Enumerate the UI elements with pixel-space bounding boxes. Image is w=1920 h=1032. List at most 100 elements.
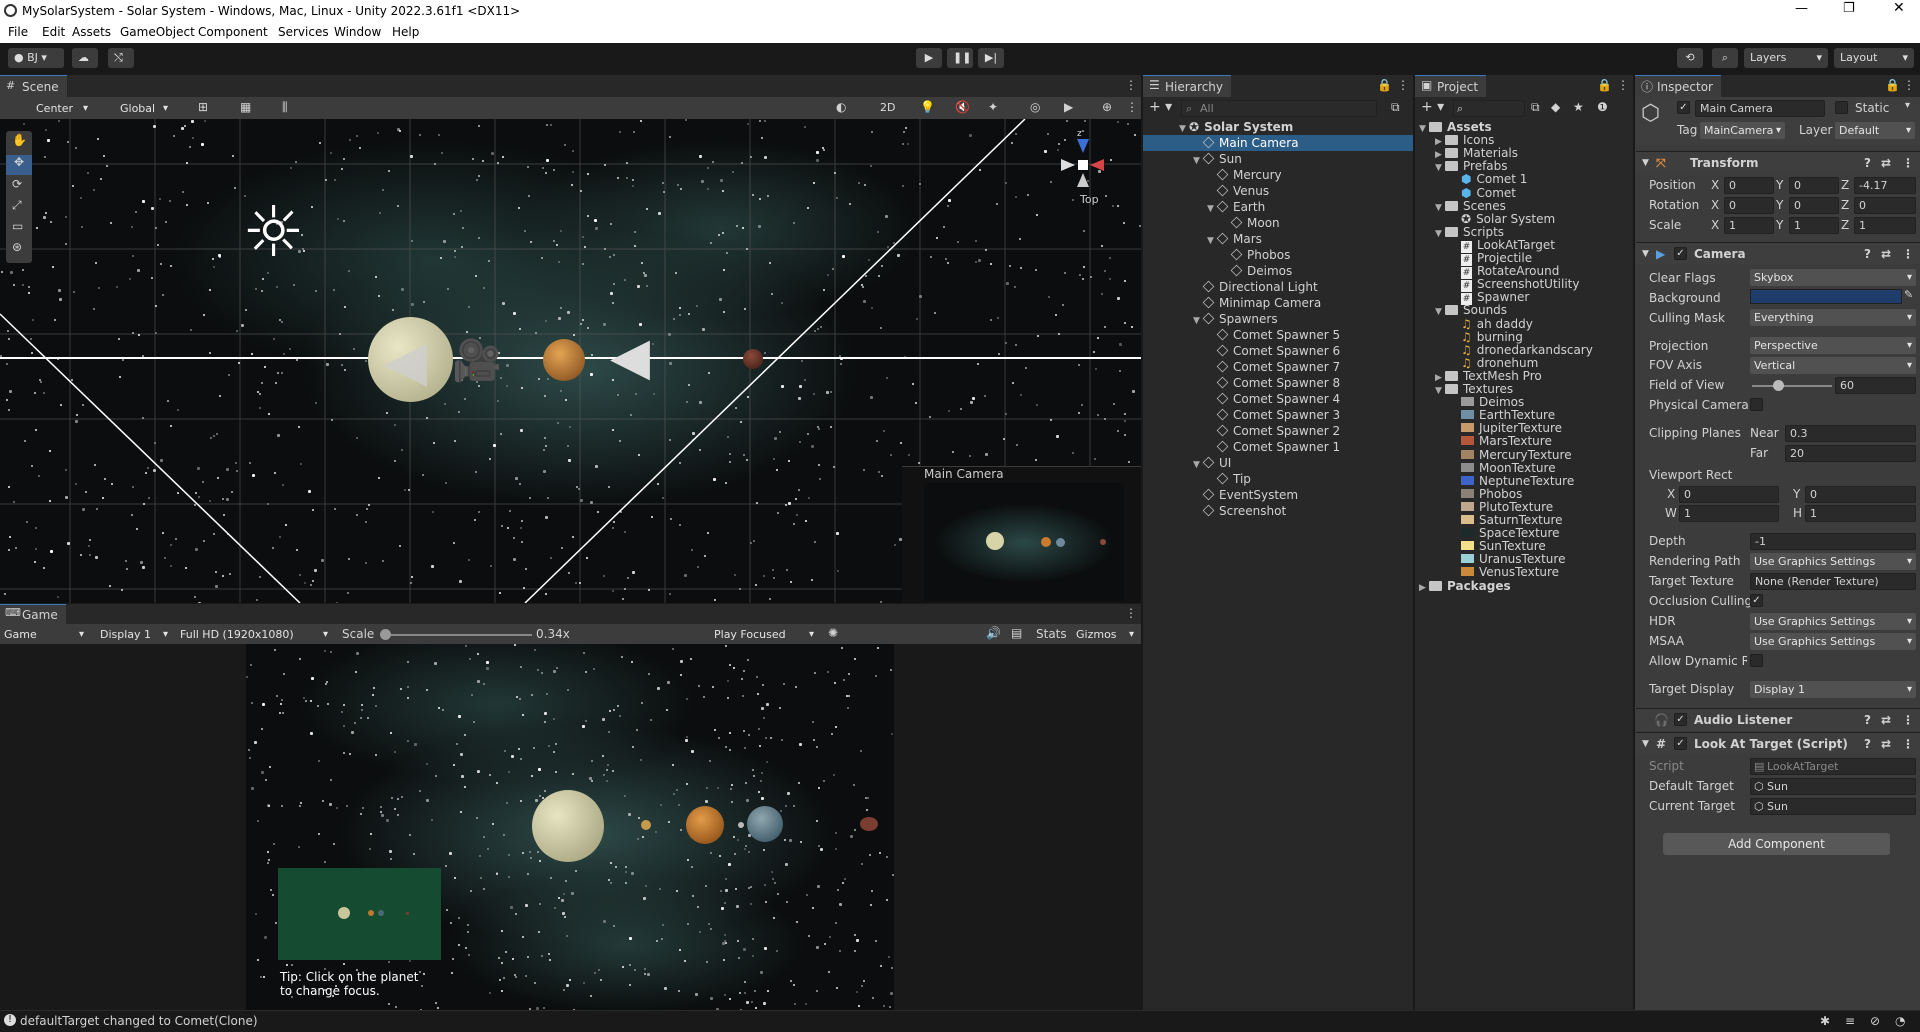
search-button[interactable]: ⌕ — [1712, 48, 1738, 68]
viewport-y-field[interactable]: 0 — [1805, 486, 1916, 503]
draw-mode-icon[interactable]: ◐ — [836, 100, 846, 114]
fov-axis-dropdown[interactable]: Vertical — [1750, 357, 1916, 374]
hierarchy-item[interactable]: Comet Spawner 1 — [1143, 439, 1413, 455]
pivot-dropdown[interactable]: Center — [16, 100, 92, 117]
game-moon[interactable] — [738, 822, 744, 828]
help-icon[interactable]: ? — [1864, 152, 1871, 174]
scene-menu-icon[interactable]: ⋮ — [1125, 78, 1137, 92]
game-menu-icon[interactable]: ⋮ — [1125, 606, 1137, 620]
scene-viewport[interactable]: ☼ ◀ 🎥 ◀ z Top Main Camera ✋ ✥ ⟳ ⤢ ▭ ⊛ — [0, 119, 1141, 603]
viewport-w-field[interactable]: 1 — [1679, 505, 1779, 522]
active-checkbox[interactable]: ✓ — [1677, 101, 1690, 114]
add-component-button[interactable]: Add Component — [1663, 833, 1890, 855]
component-menu-icon[interactable]: ⋮ — [1902, 152, 1914, 174]
transform-rotation-z-field[interactable]: 0 — [1854, 197, 1916, 214]
physical-camera-checkbox[interactable] — [1750, 398, 1763, 411]
cloud-button[interactable]: ☁ — [72, 48, 98, 68]
hierarchy-item[interactable]: Comet Spawner 4 — [1143, 391, 1413, 407]
transform-rotation-y-field[interactable]: 0 — [1789, 197, 1839, 214]
audio-source-icon[interactable]: ◀ — [384, 329, 427, 394]
hierarchy-item[interactable]: Phobos — [1143, 247, 1413, 263]
gizmos-toggle-icon[interactable]: ⊕ — [1102, 100, 1112, 114]
clear-flags-dropdown[interactable]: Skybox — [1750, 269, 1916, 286]
auto-generate-icon[interactable]: ⊘ — [1870, 1014, 1880, 1028]
hierarchy-item[interactable]: ▼ ✪ Solar System — [1143, 119, 1413, 135]
create-asset-button[interactable]: + ▾ — [1421, 99, 1444, 115]
play-button[interactable]: ▶ — [916, 48, 942, 68]
add-object-button[interactable]: + ▾ — [1149, 99, 1172, 115]
hdr-dropdown[interactable]: Use Graphics Settings — [1750, 613, 1916, 630]
transform-tool-icon[interactable]: ⊛ — [12, 240, 22, 254]
static-dropdown-icon[interactable]: ▾ — [1905, 100, 1910, 111]
maximize-button[interactable]: ❐ — [1843, 1, 1855, 16]
hierarchy-item[interactable]: Comet Spawner 6 — [1143, 343, 1413, 359]
hierarchy-item[interactable]: ▼ Mars — [1143, 231, 1413, 247]
audio-preset-icon[interactable]: ⇄ — [1881, 709, 1891, 731]
filter-label-icon[interactable]: ◆ — [1551, 100, 1560, 114]
target-texture-field[interactable]: None (Render Texture) — [1750, 573, 1916, 590]
planet-mars[interactable] — [743, 349, 763, 369]
camera-preset-icon[interactable]: ⇄ — [1881, 243, 1891, 265]
play-focused-dropdown[interactable]: Play Focused — [710, 626, 818, 643]
hidden-packages-icon[interactable]: ❶ — [1597, 100, 1608, 114]
transform-header[interactable]: ▼ ⤧ Transform ? ⇄ ⋮ — [1636, 151, 1920, 173]
progress-icon[interactable]: ◔ — [1895, 1014, 1905, 1028]
history-button[interactable]: ⟲ — [1677, 48, 1703, 68]
menu-file[interactable]: File — [8, 25, 28, 39]
frame-debugger-icon[interactable]: ✺ — [828, 626, 838, 640]
hierarchy-item[interactable]: Comet Spawner 5 — [1143, 327, 1413, 343]
audio-help-icon[interactable]: ? — [1864, 709, 1871, 731]
hierarchy-item[interactable]: Comet Spawner 2 — [1143, 423, 1413, 439]
viewport-h-field[interactable]: 1 — [1805, 505, 1916, 522]
msaa-dropdown[interactable]: Use Graphics Settings — [1750, 633, 1916, 650]
planet-earth-audio-icon[interactable]: ◀ — [610, 327, 650, 387]
project-menu-icon[interactable]: ⋮ — [1617, 78, 1629, 92]
favorites-icon[interactable]: ★ — [1573, 100, 1584, 114]
lock-icon[interactable]: 🔒 — [1377, 78, 1392, 92]
hierarchy-item[interactable]: Mercury — [1143, 167, 1413, 183]
hierarchy-item[interactable]: EventSystem — [1143, 487, 1413, 503]
transform-rotation-x-field[interactable]: 0 — [1724, 197, 1774, 214]
hidden-objects-icon[interactable]: ◎ — [1030, 100, 1040, 114]
fov-slider-handle[interactable] — [1773, 380, 1785, 391]
near-field[interactable]: 0.3 — [1785, 425, 1916, 442]
inspector-menu-icon[interactable]: ⋮ — [1903, 78, 1915, 92]
dynamic-resolution-checkbox[interactable] — [1750, 654, 1763, 667]
layers-dropdown[interactable]: Layers ▾ — [1744, 48, 1828, 68]
stats-button[interactable]: Stats — [1036, 626, 1067, 642]
scale-slider-handle[interactable] — [380, 629, 391, 640]
rect-tool-icon[interactable]: ▭ — [12, 219, 23, 233]
game-sun[interactable] — [532, 790, 604, 862]
current-target-field[interactable]: ⬡ Sun — [1750, 798, 1916, 815]
transform-scale-y-field[interactable]: 1 — [1789, 217, 1839, 234]
camera-enabled-checkbox[interactable]: ✓ — [1674, 247, 1687, 260]
transform-position-z-field[interactable]: -4.17 — [1854, 177, 1916, 194]
hierarchy-item[interactable]: Moon — [1143, 215, 1413, 231]
hierarchy-item[interactable]: ▼ Earth — [1143, 199, 1413, 215]
planet-venus[interactable] — [543, 339, 585, 381]
2d-toggle[interactable]: 2D — [874, 98, 902, 118]
hierarchy-item[interactable]: Comet Spawner 3 — [1143, 407, 1413, 423]
inspector-lock-icon[interactable]: 🔒 — [1885, 78, 1900, 92]
tag-dropdown[interactable]: MainCamera — [1700, 122, 1785, 139]
camera-gizmo-icon[interactable]: 🎥 — [452, 337, 502, 384]
culling-mask-dropdown[interactable]: Everything — [1750, 309, 1916, 326]
hierarchy-item[interactable]: Comet Spawner 7 — [1143, 359, 1413, 375]
status-message[interactable]: defaultTarget changed to Comet(Clone) — [20, 1014, 258, 1028]
hierarchy-item[interactable]: Comet Spawner 8 — [1143, 375, 1413, 391]
look-preset-icon[interactable]: ⇄ — [1881, 733, 1891, 755]
game-mode-dropdown[interactable]: Game — [0, 626, 88, 643]
fov-field[interactable]: 60 — [1835, 377, 1916, 394]
project-lock-icon[interactable]: 🔒 — [1597, 78, 1612, 92]
hierarchy-item[interactable]: Minimap Camera — [1143, 295, 1413, 311]
game-earth[interactable] — [747, 806, 783, 842]
minimize-button[interactable]: — — [1795, 1, 1808, 16]
camera-help-icon[interactable]: ? — [1864, 243, 1871, 265]
menu-services[interactable]: Services — [278, 25, 329, 39]
transform-scale-z-field[interactable]: 1 — [1854, 217, 1916, 234]
orientation-gizmo[interactable]: z Top — [1048, 129, 1128, 209]
occlusion-culling-checkbox[interactable]: ✓ — [1750, 594, 1763, 607]
audio-toggle-icon[interactable]: 🔇 — [955, 100, 970, 114]
camera-header[interactable]: ▼ ▶ ✓ Camera ? ⇄ ⋮ — [1636, 242, 1920, 264]
rendering-path-dropdown[interactable]: Use Graphics Settings — [1750, 553, 1916, 570]
